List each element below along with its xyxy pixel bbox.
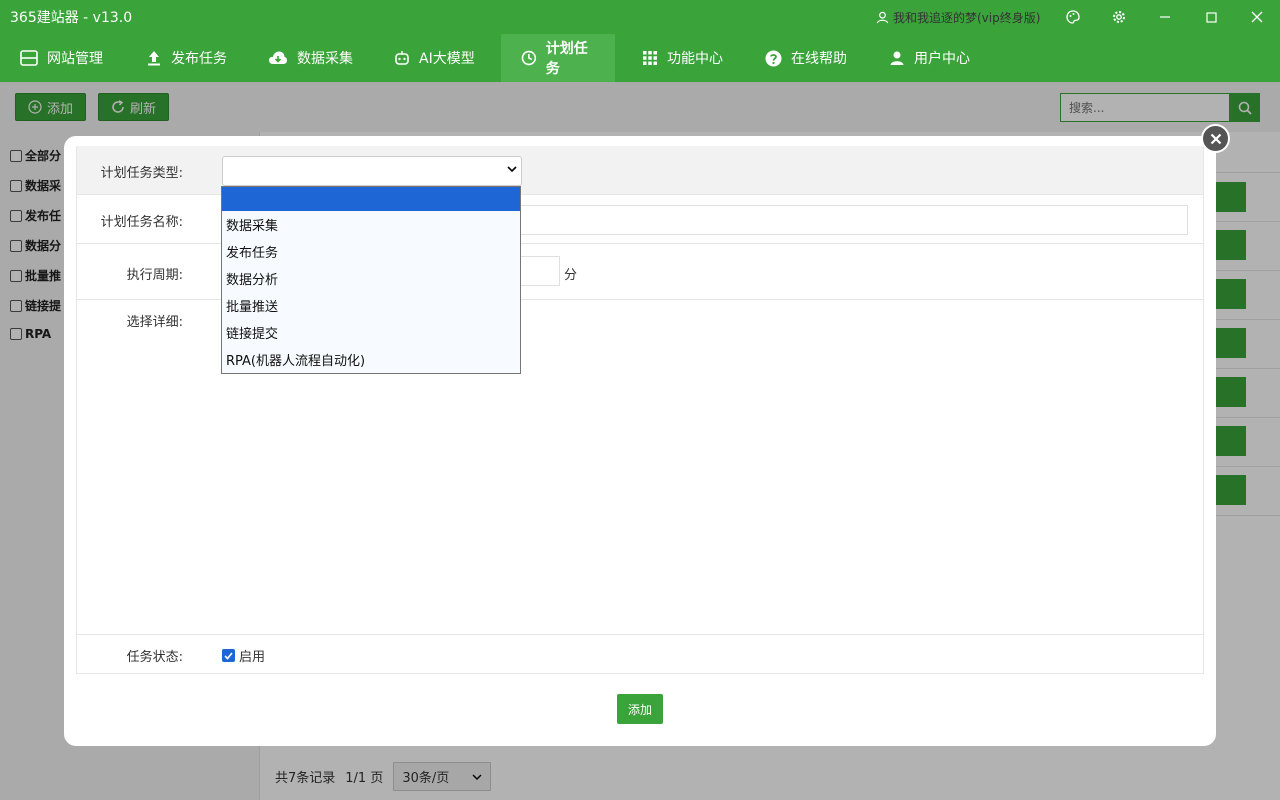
user-icon [890, 51, 904, 65]
app-title: 365建站器 - v13.0 [10, 10, 133, 26]
name-label: 计划任务名称: [100, 215, 183, 230]
submit-add-button[interactable]: 添加 [617, 694, 663, 724]
enable-checkbox[interactable]: 启用 [222, 646, 265, 665]
type-option-analysis[interactable]: 数据分析 [222, 265, 520, 292]
user-outline-icon [876, 11, 889, 23]
theme-button[interactable] [1050, 0, 1096, 34]
nav-user-center[interactable]: 用户中心 [869, 34, 984, 82]
robot-icon [395, 51, 409, 65]
type-option-publish[interactable]: 发布任务 [222, 238, 520, 265]
nav-online-help[interactable]: 在线帮助 [745, 34, 861, 82]
status-label: 任务状态: [126, 650, 183, 665]
upload-icon [148, 51, 160, 66]
period-unit: 分 [564, 268, 578, 283]
nav-website[interactable]: 网站管理 [0, 34, 117, 82]
palette-icon [1066, 10, 1080, 24]
close-icon [1251, 11, 1263, 23]
nav-publish[interactable]: 发布任务 [126, 34, 241, 82]
type-option-collect[interactable]: 数据采集 [222, 211, 520, 238]
type-label: 计划任务类型: [100, 166, 183, 181]
minimize-icon [1160, 16, 1170, 18]
type-option-link-submit[interactable]: 链接提交 [222, 319, 520, 346]
website-icon [20, 50, 38, 66]
clock-icon [521, 50, 537, 66]
close-dialog-button[interactable] [1201, 124, 1230, 153]
maximize-button[interactable] [1188, 0, 1234, 34]
cloud-download-icon [269, 51, 287, 64]
settings-button[interactable] [1096, 0, 1142, 34]
user-name: 我和我追逐的梦(vip终身版) [893, 10, 1041, 25]
user-menu[interactable]: 我和我追逐的梦(vip终身版) [876, 0, 1040, 34]
nav-collect[interactable]: 数据采集 [248, 34, 367, 82]
status-row: 任务状态: 启用 [77, 635, 1203, 674]
nav-ai-model[interactable]: AI大模型 [374, 34, 489, 82]
chevron-down-icon [507, 166, 517, 173]
task-type-dropdown: 数据采集 发布任务 数据分析 批量推送 链接提交 RPA(机器人流程自动化) [221, 186, 521, 374]
nav-feature-center[interactable]: 功能中心 [622, 34, 737, 82]
checkbox-checked-icon[interactable] [222, 649, 235, 662]
task-type-select[interactable] [222, 156, 522, 186]
type-option-empty[interactable] [222, 187, 520, 211]
minimize-button[interactable] [1142, 0, 1188, 34]
help-icon [765, 50, 782, 66]
grid-icon [643, 51, 657, 65]
close-icon [1210, 133, 1221, 144]
main-nav: 网站管理 发布任务 数据采集 AI大模型 计划任务 功能中心 在线帮助 用户中心 [0, 34, 1280, 82]
nav-scheduled-tasks[interactable]: 计划任务 [501, 34, 615, 82]
close-window-button[interactable] [1234, 0, 1280, 34]
type-option-push[interactable]: 批量推送 [222, 292, 520, 319]
detail-label: 选择详细: [126, 315, 183, 330]
gear-icon [1113, 11, 1125, 23]
maximize-icon [1205, 11, 1217, 23]
period-label: 执行周期: [126, 268, 183, 283]
type-option-rpa[interactable]: RPA(机器人流程自动化) [222, 346, 520, 373]
